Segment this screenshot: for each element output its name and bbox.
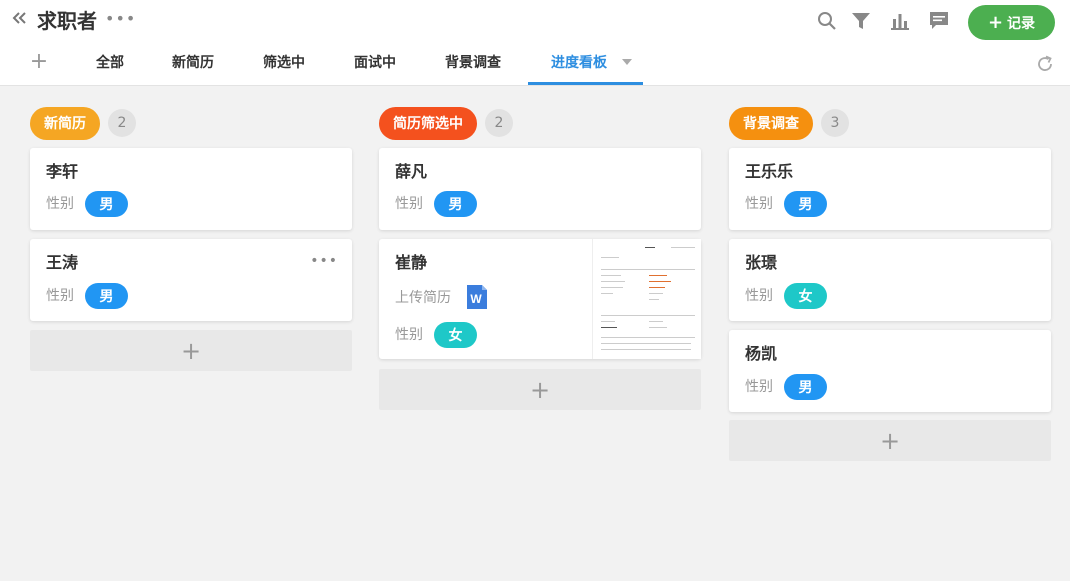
word-icon-letter: W <box>470 292 482 306</box>
column-header: 新简历 2 <box>30 106 136 140</box>
thumb-line <box>649 293 663 294</box>
word-icon-svg: W <box>467 285 487 309</box>
candidate-name: 张璟 <box>745 253 778 272</box>
column-title[interactable]: 简历筛选中 <box>379 106 477 140</box>
thumb-line <box>649 281 671 282</box>
tab-screening[interactable]: 筛选中 <box>263 44 305 84</box>
gender-label: 性别 <box>395 327 423 343</box>
thumb-line <box>601 275 621 276</box>
add-card-button[interactable]: + <box>30 330 352 371</box>
candidate-card[interactable]: 王乐乐 性别 男 <box>729 148 1051 230</box>
tab-interviewing[interactable]: 面试中 <box>354 44 396 84</box>
thumb-line <box>601 293 613 294</box>
candidate-name: 王涛 <box>46 253 79 272</box>
gender-tag: 女 <box>784 283 827 309</box>
candidate-name: 王乐乐 <box>745 162 794 181</box>
tab-background-check[interactable]: 背景调查 <box>445 44 501 84</box>
tab-new-resume[interactable]: 新简历 <box>172 44 214 84</box>
back-icon-svg <box>12 12 26 24</box>
thumb-line <box>649 299 659 300</box>
search-icon-svg <box>818 12 836 30</box>
resume-thumbnail[interactable] <box>592 239 701 359</box>
thumb-line <box>601 321 615 322</box>
gender-label: 性别 <box>46 196 74 212</box>
candidate-card[interactable]: 张璟 性别 女 <box>729 239 1051 321</box>
column-header: 背景调查 3 <box>729 106 849 140</box>
resume-label: 上传简历 <box>395 290 451 306</box>
gender-tag: 男 <box>85 191 128 217</box>
thumb-line <box>601 281 625 282</box>
column-header: 简历筛选中 2 <box>379 106 513 140</box>
refresh-icon-svg <box>1038 55 1052 71</box>
add-card-button[interactable]: + <box>729 420 1051 461</box>
thumb-line <box>601 315 695 316</box>
thumb-line <box>601 287 623 288</box>
gender-label: 性别 <box>395 196 423 212</box>
thumb-line <box>601 327 617 328</box>
top-bar: 求职者 ••• + 记录 + 全部 新简历 筛选中 面试中 背景调查 进度看板 <box>0 0 1070 86</box>
thumb-line <box>649 287 665 288</box>
record-button-label: 记录 <box>1007 15 1036 32</box>
chart-icon-svg <box>891 14 909 30</box>
active-tab-indicator <box>528 82 643 85</box>
title-more-icon[interactable]: ••• <box>105 9 136 29</box>
gender-tag: 男 <box>85 283 128 309</box>
thumb-line <box>601 257 619 258</box>
double-chevron-left-icon[interactable] <box>10 8 30 30</box>
candidate-card[interactable]: 崔静 上传简历 W 性别 女 <box>379 239 701 359</box>
column-title[interactable]: 新简历 <box>30 106 100 140</box>
candidate-name: 薛凡 <box>395 162 428 181</box>
comment-icon[interactable] <box>928 10 950 32</box>
gender-label: 性别 <box>46 288 74 304</box>
filter-icon-svg <box>852 13 870 29</box>
thumb-line <box>645 247 655 248</box>
column-count-badge: 3 <box>821 109 849 137</box>
thumb-line <box>649 275 667 276</box>
search-icon[interactable] <box>816 10 838 32</box>
tab-dropdown-caret-icon[interactable] <box>622 59 632 65</box>
tab-progress-board[interactable]: 进度看板 <box>551 44 607 84</box>
thumb-line <box>601 343 691 344</box>
candidate-card[interactable]: 王涛 ••• 性别 男 <box>30 239 352 321</box>
column-count-badge: 2 <box>108 109 136 137</box>
thumb-line <box>649 327 667 328</box>
column-count-badge: 2 <box>485 109 513 137</box>
comment-icon-svg <box>930 12 948 29</box>
candidate-name: 李轩 <box>46 162 79 181</box>
column-title[interactable]: 背景调查 <box>729 106 813 140</box>
page-title: 求职者 <box>37 9 97 33</box>
thumb-line <box>601 269 695 270</box>
thumb-line <box>671 247 695 248</box>
thumb-line <box>601 349 691 350</box>
candidate-card[interactable]: 薛凡 性别 男 <box>379 148 701 230</box>
candidate-card[interactable]: 杨凯 性别 男 <box>729 330 1051 412</box>
tab-all[interactable]: 全部 <box>96 44 124 84</box>
add-card-button[interactable]: + <box>379 369 701 410</box>
card-more-icon[interactable]: ••• <box>310 253 338 269</box>
gender-tag: 女 <box>434 322 477 348</box>
add-record-button[interactable]: + 记录 <box>968 5 1055 40</box>
refresh-icon[interactable] <box>1035 54 1055 74</box>
gender-tag: 男 <box>434 191 477 217</box>
gender-label: 性别 <box>745 288 773 304</box>
gender-tag: 男 <box>784 191 827 217</box>
add-tab-plus-icon[interactable]: + <box>29 51 49 73</box>
word-document-icon[interactable]: W <box>465 285 489 309</box>
plus-icon: + <box>987 11 1004 33</box>
thumb-line <box>649 321 663 322</box>
candidate-card[interactable]: 李轩 性别 男 <box>30 148 352 230</box>
view-tabs: + 全部 新简历 筛选中 面试中 背景调查 进度看板 <box>0 44 1070 86</box>
thumb-line <box>601 337 695 338</box>
candidate-name: 杨凯 <box>745 344 778 363</box>
gender-label: 性别 <box>745 196 773 212</box>
candidate-name: 崔静 <box>395 253 428 272</box>
gender-tag: 男 <box>784 374 827 400</box>
bar-chart-icon[interactable] <box>889 10 911 32</box>
filter-icon[interactable] <box>850 10 872 32</box>
gender-label: 性别 <box>745 379 773 395</box>
